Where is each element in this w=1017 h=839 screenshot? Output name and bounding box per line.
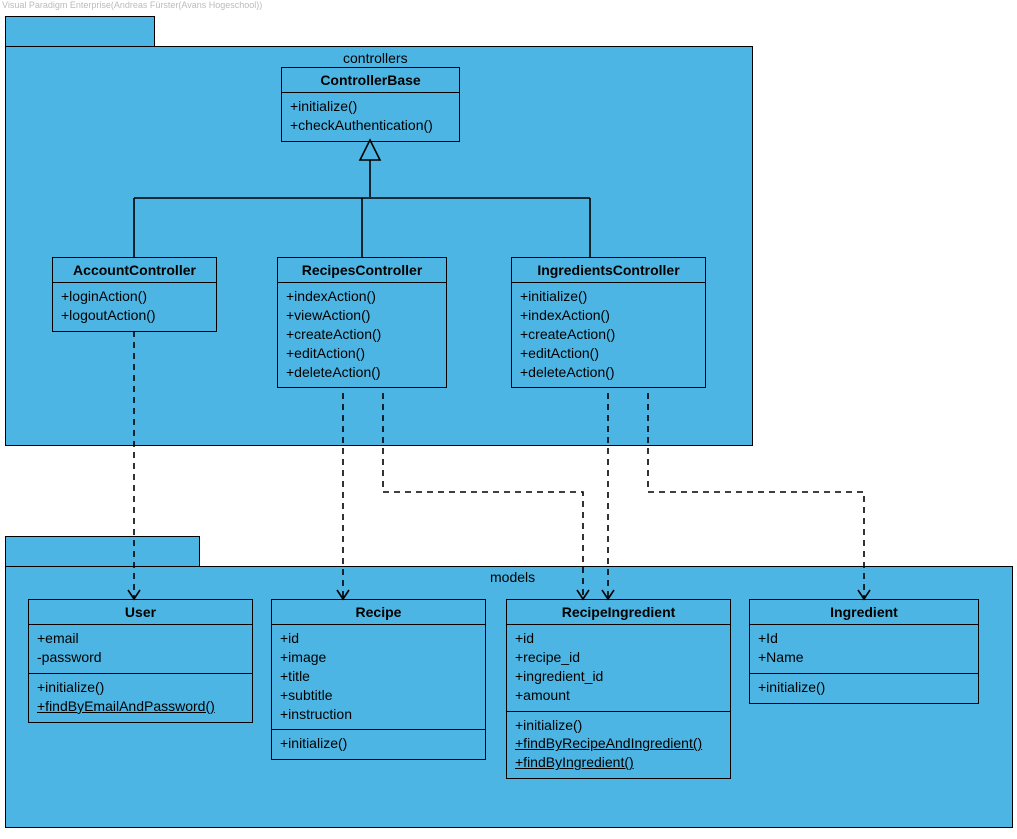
class-attrs: +id +image +title +subtitle +instruction <box>272 625 485 730</box>
attr: +instruction <box>280 705 479 724</box>
attr: +Name <box>758 648 972 667</box>
op: +initialize() <box>520 287 699 306</box>
class-attrs: +id +recipe_id +ingredient_id +amount <box>507 625 730 712</box>
class-attrs: +email -password <box>29 625 252 674</box>
attr: +id <box>515 629 724 648</box>
op: +indexAction() <box>286 287 440 306</box>
attr: +email <box>37 629 246 648</box>
class-ops: +initialize() <box>750 674 978 703</box>
class-ingredientscontroller: IngredientsController +initialize() +ind… <box>511 257 706 388</box>
op: +viewAction() <box>286 306 440 325</box>
watermark-text: Visual Paradigm Enterprise(Andreas Fürst… <box>2 0 262 10</box>
class-recipescontroller: RecipesController +indexAction() +viewAc… <box>277 257 447 388</box>
package-tab-models <box>5 536 200 568</box>
class-title: AccountController <box>53 258 216 283</box>
attr: +ingredient_id <box>515 667 724 686</box>
op: +createAction() <box>286 325 440 344</box>
attr: +subtitle <box>280 686 479 705</box>
class-title: ControllerBase <box>282 68 459 93</box>
class-title: Ingredient <box>750 600 978 625</box>
op: +findByRecipeAndIngredient() <box>515 734 724 753</box>
op: +initialize() <box>290 97 453 116</box>
op: +initialize() <box>37 678 246 697</box>
class-user: User +email -password +initialize() +fin… <box>28 599 253 723</box>
class-recipeingredient: RecipeIngredient +id +recipe_id +ingredi… <box>506 599 731 779</box>
class-title: IngredientsController <box>512 258 705 283</box>
class-title: RecipeIngredient <box>507 600 730 625</box>
op: +initialize() <box>515 716 724 735</box>
attr: +Id <box>758 629 972 648</box>
class-title: RecipesController <box>278 258 446 283</box>
op: +findByIngredient() <box>515 753 724 772</box>
diagram-canvas: Visual Paradigm Enterprise(Andreas Fürst… <box>0 0 1017 839</box>
class-ops: +initialize() +indexAction() +createActi… <box>512 283 705 387</box>
class-accountcontroller: AccountController +loginAction() +logout… <box>52 257 217 332</box>
op: +checkAuthentication() <box>290 116 453 135</box>
class-recipe: Recipe +id +image +title +subtitle +inst… <box>271 599 486 760</box>
class-ops: +initialize() +findByEmailAndPassword() <box>29 674 252 722</box>
attr: +title <box>280 667 479 686</box>
class-ops: +initialize() <box>272 730 485 759</box>
op: +loginAction() <box>61 287 210 306</box>
package-label-models: models <box>490 569 535 585</box>
op: +editAction() <box>286 344 440 363</box>
class-ops: +initialize() +checkAuthentication() <box>282 93 459 141</box>
op: +logoutAction() <box>61 306 210 325</box>
class-ingredient: Ingredient +Id +Name +initialize() <box>749 599 979 704</box>
class-ops: +initialize() +findByRecipeAndIngredient… <box>507 712 730 779</box>
op: +findByEmailAndPassword() <box>37 697 246 716</box>
class-controllerbase: ControllerBase +initialize() +checkAuthe… <box>281 67 460 142</box>
attr: -password <box>37 648 246 667</box>
class-title: Recipe <box>272 600 485 625</box>
class-title: User <box>29 600 252 625</box>
op: +editAction() <box>520 344 699 363</box>
attr: +recipe_id <box>515 648 724 667</box>
op: +initialize() <box>280 734 479 753</box>
package-tab-controllers <box>5 16 155 48</box>
package-label-controllers: controllers <box>343 50 408 66</box>
attr: +amount <box>515 686 724 705</box>
class-ops: +loginAction() +logoutAction() <box>53 283 216 331</box>
class-ops: +indexAction() +viewAction() +createActi… <box>278 283 446 387</box>
op: +initialize() <box>758 678 972 697</box>
attr: +image <box>280 648 479 667</box>
class-attrs: +Id +Name <box>750 625 978 674</box>
attr: +id <box>280 629 479 648</box>
op: +createAction() <box>520 325 699 344</box>
op: +deleteAction() <box>286 363 440 382</box>
op: +indexAction() <box>520 306 699 325</box>
op: +deleteAction() <box>520 363 699 382</box>
